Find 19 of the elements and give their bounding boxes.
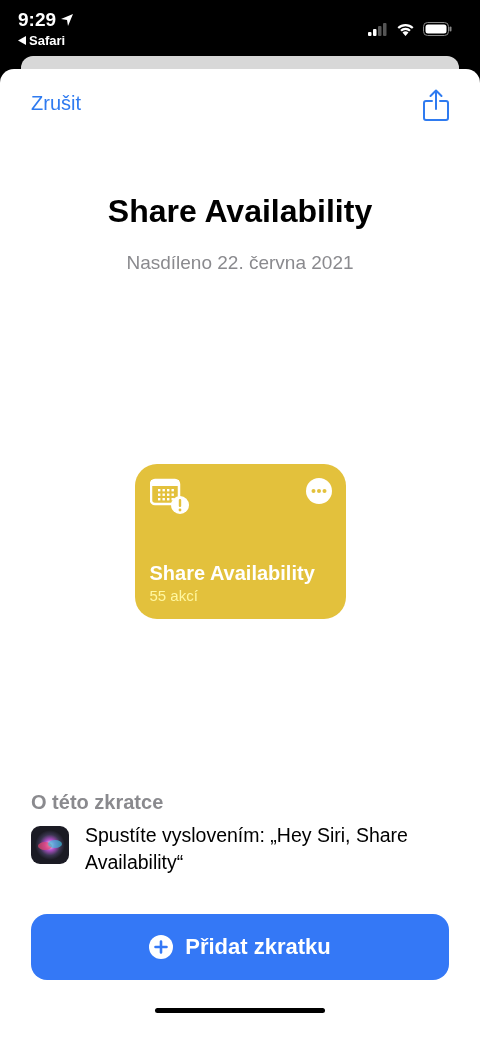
wifi-icon [396,22,415,36]
shortcut-name: Share Availability [149,562,316,585]
section-heading: O této zkratce [31,791,165,814]
siri-icon [31,826,69,864]
signal-icon [368,22,388,36]
battery-icon [423,22,452,36]
cancel-link[interactable]: Zrušit [31,91,81,115]
location-arrow-icon [60,13,75,27]
shared-date: Nasdíleno 22. června 2021 [125,252,355,274]
calendar-alert-icon [149,478,190,515]
page-title: Share Availability [106,193,374,230]
action-count: 55 akcí [149,587,199,604]
plus-circle-icon [149,935,174,959]
add-shortcut-button[interactable]: Přidat zkratku [31,914,449,980]
siri-phrase: Spustíte vyslovením: „Hey Siri, Share Availability“ [85,823,409,875]
status-time: 9:29 [18,9,57,31]
back-to-app-link[interactable]: Safari [18,33,75,48]
back-triangle-icon [18,36,26,45]
share-icon[interactable] [423,89,449,121]
